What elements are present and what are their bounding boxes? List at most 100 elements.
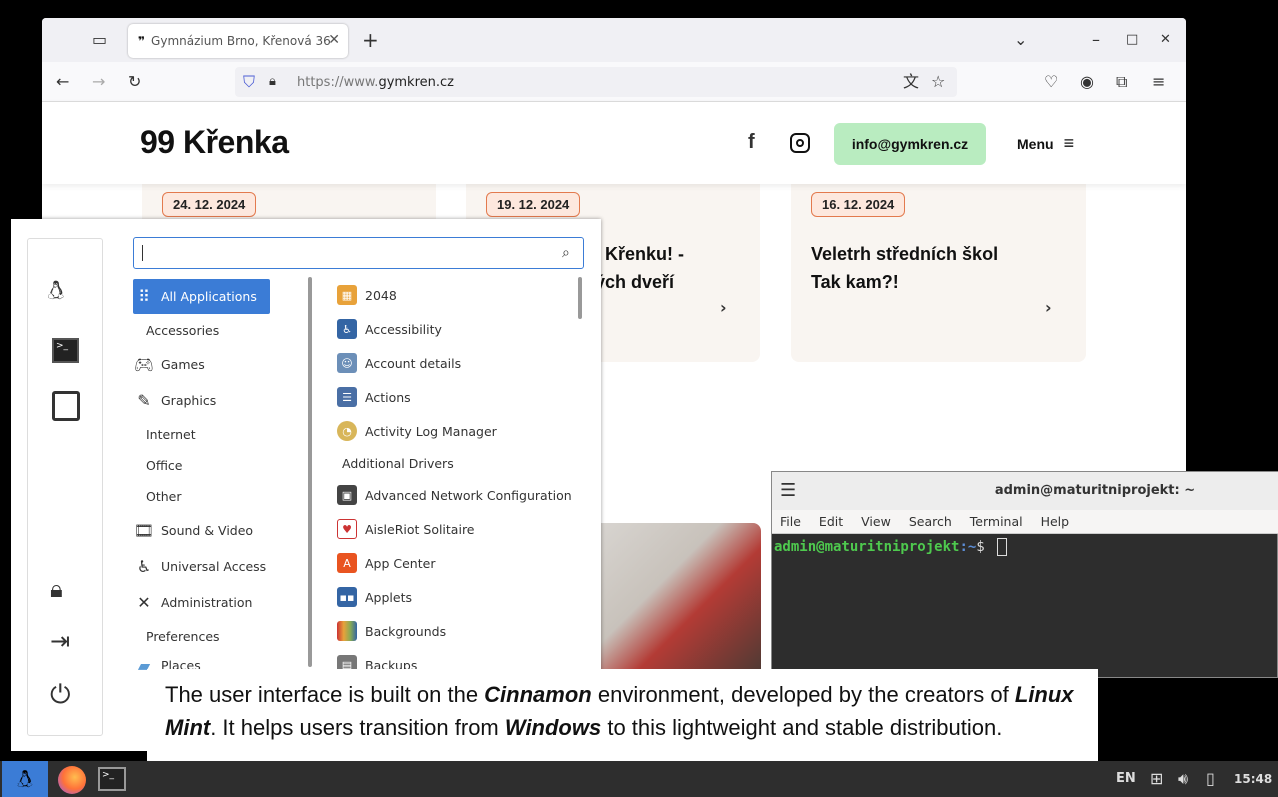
caption-emphasis: Windows xyxy=(504,714,602,740)
card-title: Tak kam?! xyxy=(811,272,899,292)
extensions-icon[interactable]: ⧉ xyxy=(1116,72,1127,92)
pidgin-icon[interactable]: 🐧︎ xyxy=(48,278,64,304)
app-applets[interactable]: ▪▪ Applets xyxy=(337,580,577,614)
backgrounds-icon xyxy=(337,621,357,641)
nav-bar: ← → ↻ ⛉ 🔒︎ https://www. gymkren.cz 文 ☆ ♡ … xyxy=(42,62,1186,102)
category-preferences[interactable]: Preferences xyxy=(133,620,313,652)
news-photo[interactable] xyxy=(590,523,761,678)
site-header: 99 Křenka f info@gymkren.cz Menu ≡ xyxy=(42,102,1186,184)
category-other[interactable]: Other xyxy=(133,481,313,512)
close-window-icon[interactable]: ✕ xyxy=(1160,30,1171,50)
category-all-applications[interactable]: ⠿ All Applications xyxy=(133,279,270,314)
pocket-icon[interactable]: ♡ xyxy=(1044,72,1058,92)
category-graphics[interactable]: ✎ Graphics xyxy=(133,381,313,419)
minimize-icon[interactable]: – xyxy=(1092,30,1100,50)
app-2048[interactable]: ▦ 2048 xyxy=(337,278,577,312)
network-tray-icon[interactable]: ⊞ xyxy=(1150,769,1163,789)
site-logo[interactable]: 99 Křenka xyxy=(140,124,289,161)
app-accessibility[interactable]: ♿︎ Accessibility xyxy=(337,312,577,346)
menu-terminal[interactable]: Terminal xyxy=(970,514,1023,529)
volume-icon[interactable]: 🔊︎ xyxy=(1178,769,1188,789)
account-icon: ☺ xyxy=(337,353,357,373)
firefox-icon[interactable] xyxy=(58,766,86,794)
keyboard-layout[interactable]: EN xyxy=(1116,771,1136,786)
backups-icon: ▤ xyxy=(337,655,357,669)
news-card[interactable]: 16. 12. 2024 Veletrh středních škol Tak … xyxy=(791,172,1086,362)
app-additional-drivers[interactable]: Additional Drivers xyxy=(337,448,577,478)
menu-search[interactable]: Search xyxy=(909,514,952,529)
forward-icon[interactable]: → xyxy=(92,72,105,92)
card-date: 19. 12. 2024 xyxy=(486,192,581,217)
category-administration[interactable]: ✕ Administration xyxy=(133,584,313,620)
list-tabs-icon[interactable]: ⌄ xyxy=(1014,30,1027,50)
app-actions[interactable]: ☰ Actions xyxy=(337,380,577,414)
category-universal-access[interactable]: ♿︎ Universal Access xyxy=(133,548,313,584)
favorites-sidebar: 🐧︎ >_ 🔒︎ ⇥ ⏻ xyxy=(27,238,103,736)
app-activity-log-manager[interactable]: ◔ Activity Log Manager xyxy=(337,414,577,448)
app-app-center[interactable]: A App Center xyxy=(337,546,577,580)
arrow-right-icon[interactable]: › xyxy=(720,298,727,318)
tab-bar: ▭ ❞ Gymnázium Brno, Křenová 36 ✕ + ⌄ – □… xyxy=(42,18,1186,62)
clock[interactable]: 15:48 xyxy=(1234,772,1272,786)
card-title: ých dveří xyxy=(594,272,674,292)
tab-title: Gymnázium Brno, Křenová 36 xyxy=(151,34,331,48)
graphics-icon: ✎ xyxy=(137,390,151,410)
lock-icon[interactable]: 🔒︎ xyxy=(269,72,276,92)
shield-icon[interactable]: ⛉ xyxy=(243,72,255,92)
facebook-icon[interactable]: f xyxy=(748,132,755,152)
bookmark-star-icon[interactable]: ☆ xyxy=(931,72,945,92)
terminal-cursor xyxy=(997,538,1008,556)
menu-view[interactable]: View xyxy=(861,514,891,529)
browser-tab[interactable]: ❞ Gymnázium Brno, Křenová 36 ✕ xyxy=(128,24,348,58)
logout-icon[interactable]: ⇥ xyxy=(50,629,70,653)
site-menu-button[interactable]: Menu ≡ xyxy=(1017,133,1074,154)
menu-button-tux-icon[interactable]: 🐧︎ xyxy=(2,761,48,797)
lock-screen-icon[interactable]: 🔒︎ xyxy=(50,577,63,601)
menu-edit[interactable]: Edit xyxy=(819,514,843,529)
tab-overview-icon[interactable]: ▭ xyxy=(92,30,107,50)
terminal-prompt[interactable]: admin@maturitniprojekt:~$ xyxy=(774,538,1008,556)
reload-icon[interactable]: ↻ xyxy=(128,72,141,92)
menu-file[interactable]: File xyxy=(780,514,801,529)
app-account-details[interactable]: ☺ Account details xyxy=(337,346,577,380)
app-backups[interactable]: ▤ Backups xyxy=(337,648,577,669)
power-icon[interactable]: ⏻ xyxy=(50,682,71,708)
url-bar[interactable]: ⛉ 🔒︎ https://www. gymkren.cz 文 ☆ xyxy=(235,67,957,97)
category-games[interactable]: 🎮︎ Games xyxy=(133,347,313,381)
new-tab-icon[interactable]: + xyxy=(362,30,379,50)
terminal-taskbar-icon[interactable]: >_ xyxy=(98,767,126,791)
back-icon[interactable]: ← xyxy=(56,72,69,92)
maximize-icon[interactable]: □ xyxy=(1126,30,1138,50)
card-date: 16. 12. 2024 xyxy=(811,192,906,217)
file-manager-icon[interactable] xyxy=(52,391,80,421)
terminal-icon[interactable]: >_ xyxy=(52,338,79,363)
app-aisleriot-solitaire[interactable]: ♥ AisleRiot Solitaire xyxy=(337,512,577,546)
grid-icon: ⠿ xyxy=(138,287,150,306)
category-office[interactable]: Office xyxy=(133,450,313,481)
search-icon[interactable]: ⌕ xyxy=(562,243,570,263)
translate-icon[interactable]: 文 xyxy=(903,72,919,92)
hamburger-menu-icon[interactable]: ≡ xyxy=(1152,72,1165,92)
menu-help[interactable]: Help xyxy=(1041,514,1070,529)
arrow-right-icon[interactable]: › xyxy=(1045,298,1052,318)
actions-icon: ☰ xyxy=(337,387,357,407)
close-tab-icon[interactable]: ✕ xyxy=(328,32,340,48)
app-advanced-network-configuration[interactable]: ▣ Advanced Network Configuration xyxy=(337,478,577,512)
card-title: Křenku! - xyxy=(604,244,684,264)
app-list-scrollbar[interactable] xyxy=(578,277,582,319)
instagram-icon[interactable] xyxy=(790,133,810,153)
category-accessories[interactable]: Accessories xyxy=(133,314,313,347)
category-scrollbar[interactable] xyxy=(308,277,312,667)
activity-log-icon: ◔ xyxy=(337,421,357,441)
battery-icon[interactable]: ▯ xyxy=(1206,769,1215,789)
terminal-menubar: File Edit View Search Terminal Help xyxy=(772,510,1278,534)
menu-search-input[interactable]: ⌕ xyxy=(133,237,584,269)
category-sound-video[interactable]: 🎞︎ Sound & Video xyxy=(133,512,313,548)
account-icon[interactable]: ◉ xyxy=(1080,72,1094,92)
accessibility-app-icon: ♿︎ xyxy=(337,319,357,339)
app-backgrounds[interactable]: Backgrounds xyxy=(337,614,577,648)
site-menu-label: Menu xyxy=(1017,136,1054,152)
category-internet[interactable]: Internet xyxy=(133,419,313,450)
terminal-window: ☰ admin@maturitniprojekt: ~ File Edit Vi… xyxy=(771,471,1278,678)
email-button[interactable]: info@gymkren.cz xyxy=(834,123,986,165)
